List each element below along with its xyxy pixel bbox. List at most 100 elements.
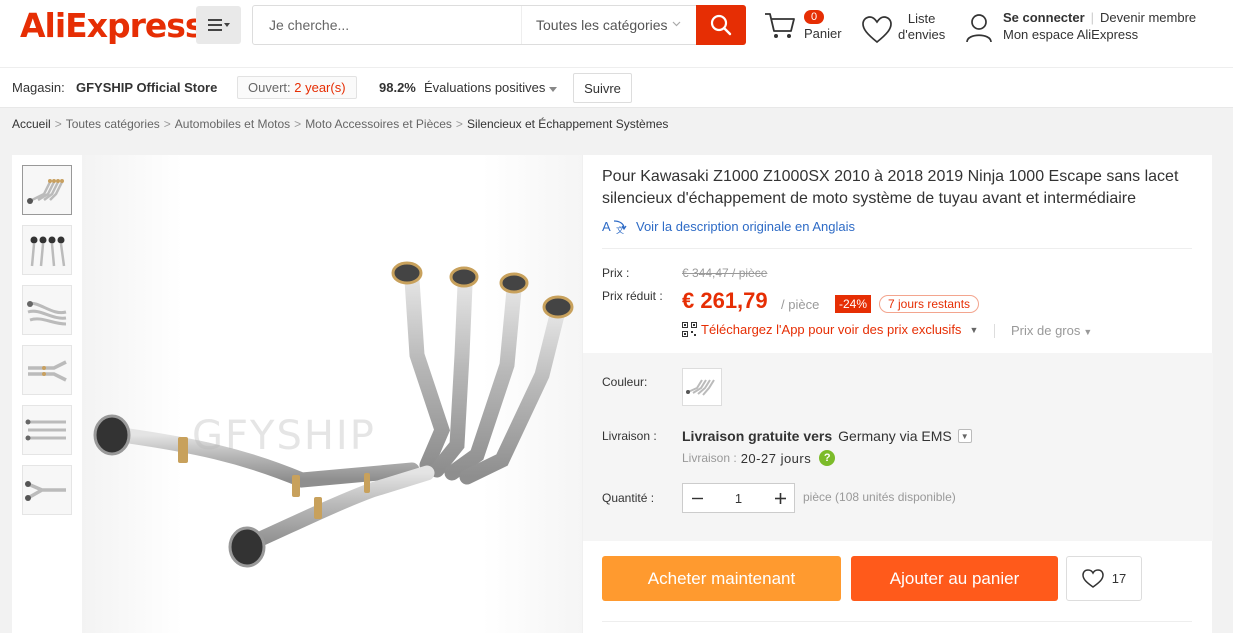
watermark-text: GFYSHIP <box>192 413 376 459</box>
breadcrumb-separator: > <box>294 117 302 131</box>
free-shipping-text: Livraison gratuite vers <box>682 428 833 444</box>
exhaust-swatch-image <box>686 379 715 396</box>
exhaust-thumbnail-image <box>28 360 67 382</box>
store-rating-percent: 98.2% <box>379 80 416 95</box>
quantity-input[interactable] <box>711 490 766 506</box>
shipping-label: Livraison : <box>602 429 657 443</box>
caret-down-icon: ▼ <box>1083 327 1093 337</box>
thumbnail-4[interactable] <box>22 345 72 395</box>
search-button[interactable] <box>696 5 746 45</box>
thumbnail-2[interactable] <box>22 225 72 275</box>
translate-icon: A文 <box>602 219 627 234</box>
user-icon <box>966 14 992 43</box>
thumbnail-6[interactable] <box>22 465 72 515</box>
logo-text: AliExpress <box>20 6 205 45</box>
hamburger-icon <box>207 19 230 31</box>
chevron-down-icon <box>549 87 558 92</box>
store-rating-label: Évaluations positives <box>424 80 546 95</box>
become-member-link[interactable]: Devenir membre <box>1100 10 1196 25</box>
wishlist-label-line2: d'envies <box>898 27 946 42</box>
delivery-time: Livraison : 20-27 jours ? <box>682 450 836 466</box>
product-main-image[interactable]: GFYSHIP <box>82 155 582 633</box>
store-name-link[interactable]: GFYSHIP Official Store <box>76 80 217 95</box>
exhaust-thumbnail-image <box>25 481 66 501</box>
cart-label: Panier <box>804 26 842 41</box>
exhaust-thumbnail-image <box>27 179 64 204</box>
exhaust-thumbnail-image <box>27 301 67 326</box>
help-icon[interactable]: ? <box>819 450 836 466</box>
thumbnail-3[interactable] <box>22 285 72 335</box>
translate-link[interactable]: A文 Voir la description originale en Angl… <box>602 218 855 235</box>
separator: | <box>1090 10 1095 25</box>
quantity-decrease-button[interactable] <box>683 484 711 512</box>
category-select-value: Toutes les catégories <box>536 17 668 33</box>
follow-button[interactable]: Suivre <box>573 73 632 103</box>
shipping-country: Germany via EMS <box>838 428 952 444</box>
exhaust-pipe-image <box>93 261 574 568</box>
qr-code-icon <box>682 322 697 337</box>
caret-down-icon: ▼ <box>969 324 979 335</box>
buy-now-button[interactable]: Acheter maintenant <box>602 556 841 601</box>
breadcrumb-automobiles[interactable]: Automobiles et Motos <box>175 117 290 131</box>
category-select[interactable]: Toutes les catégories <box>521 6 697 44</box>
thumbnail-5[interactable] <box>22 405 72 455</box>
category-menu-button[interactable] <box>196 6 241 44</box>
quantity-label: Quantité : <box>602 491 655 505</box>
svg-text:文: 文 <box>616 225 624 234</box>
sku-area: Couleur: Livraison : Livraison gratuite … <box>583 353 1213 541</box>
minus-icon <box>691 497 703 499</box>
heart-icon <box>862 16 892 44</box>
signin-link[interactable]: Se connecter <box>1003 10 1085 25</box>
breadcrumb-home[interactable]: Accueil <box>12 117 51 131</box>
wishlist-label-line1: Liste <box>907 11 936 26</box>
breadcrumb-separator: > <box>163 117 171 131</box>
dropdown-icon: ▼ <box>957 429 972 443</box>
quantity-increase-button[interactable] <box>766 484 794 512</box>
thumbnail-list <box>22 165 72 525</box>
site-header: AliExpressTM Toutes les catégories 0 Pan… <box>0 0 1233 67</box>
wholesale-price-text: Prix de gros <box>1011 323 1081 338</box>
wishlist-label: Liste d'envies <box>898 11 945 43</box>
store-open-badge: Ouvert: 2 year(s) <box>237 76 357 99</box>
add-to-wishlist-button[interactable]: 17 <box>1066 556 1142 601</box>
app-promo-text: Téléchargez l'App pour voir des prix exc… <box>701 322 962 337</box>
chevron-down-icon <box>672 19 681 30</box>
discount-badge: -24% <box>835 295 872 313</box>
plus-icon <box>774 492 786 504</box>
wholesale-price-link[interactable]: Prix de gros ▼ <box>1011 323 1092 338</box>
breadcrumb-exhaust-systems[interactable]: Silencieux et Échappement Systèmes <box>467 117 668 131</box>
breadcrumb-separator: > <box>455 117 463 131</box>
search-icon <box>710 14 732 36</box>
product-title: Pour Kawasaki Z1000 Z1000SX 2010 à 2018 … <box>602 168 1179 207</box>
app-promo-link[interactable]: Téléchargez l'App pour voir des prix exc… <box>682 322 978 337</box>
color-option[interactable] <box>682 368 722 406</box>
store-rating-link[interactable]: Évaluations positives <box>424 80 558 95</box>
translate-link-text: Voir la description originale en Anglais <box>636 218 855 234</box>
delivery-label: Livraison : <box>682 451 737 465</box>
breadcrumb-moto-accessories[interactable]: Moto Accessoires et Pièces <box>305 117 452 131</box>
aliexpress-logo[interactable]: AliExpressTM <box>20 6 216 45</box>
breadcrumb-all-categories[interactable]: Toutes catégories <box>66 117 160 131</box>
search-input[interactable] <box>253 6 521 44</box>
sale-price: € 261,79 <box>682 288 768 313</box>
divider <box>602 248 1192 249</box>
original-price: € 344,47 / pièce <box>682 266 768 280</box>
my-account-link[interactable]: Mon espace AliExpress <box>1003 27 1138 42</box>
cart-link[interactable]: 0 Panier <box>764 8 854 48</box>
wishlist-count: 17 <box>1111 571 1127 586</box>
delivery-days: 20-27 jours <box>740 450 812 466</box>
wishlist-link[interactable]: Liste d'envies <box>862 10 952 50</box>
add-to-cart-button[interactable]: Ajouter au panier <box>851 556 1058 601</box>
store-bar: Magasin: GFYSHIP Official Store Ouvert: … <box>0 67 1233 108</box>
divider <box>602 621 1192 622</box>
product-main: GFYSHIP Pour Kawasaki Z1000 Z1000SX 2010… <box>12 155 1213 633</box>
store-open-label: Ouvert: <box>248 80 291 95</box>
search-bar: Toutes les catégories <box>252 5 746 45</box>
thumbnail-1[interactable] <box>22 165 72 215</box>
breadcrumb-separator: > <box>54 117 62 131</box>
quantity-stepper <box>682 483 795 513</box>
separator <box>994 324 995 338</box>
store-label: Magasin: <box>12 80 65 95</box>
store-open-years: 2 year(s) <box>294 80 346 95</box>
shipping-selector[interactable]: Livraison gratuite vers Germany via EMS … <box>682 428 972 444</box>
